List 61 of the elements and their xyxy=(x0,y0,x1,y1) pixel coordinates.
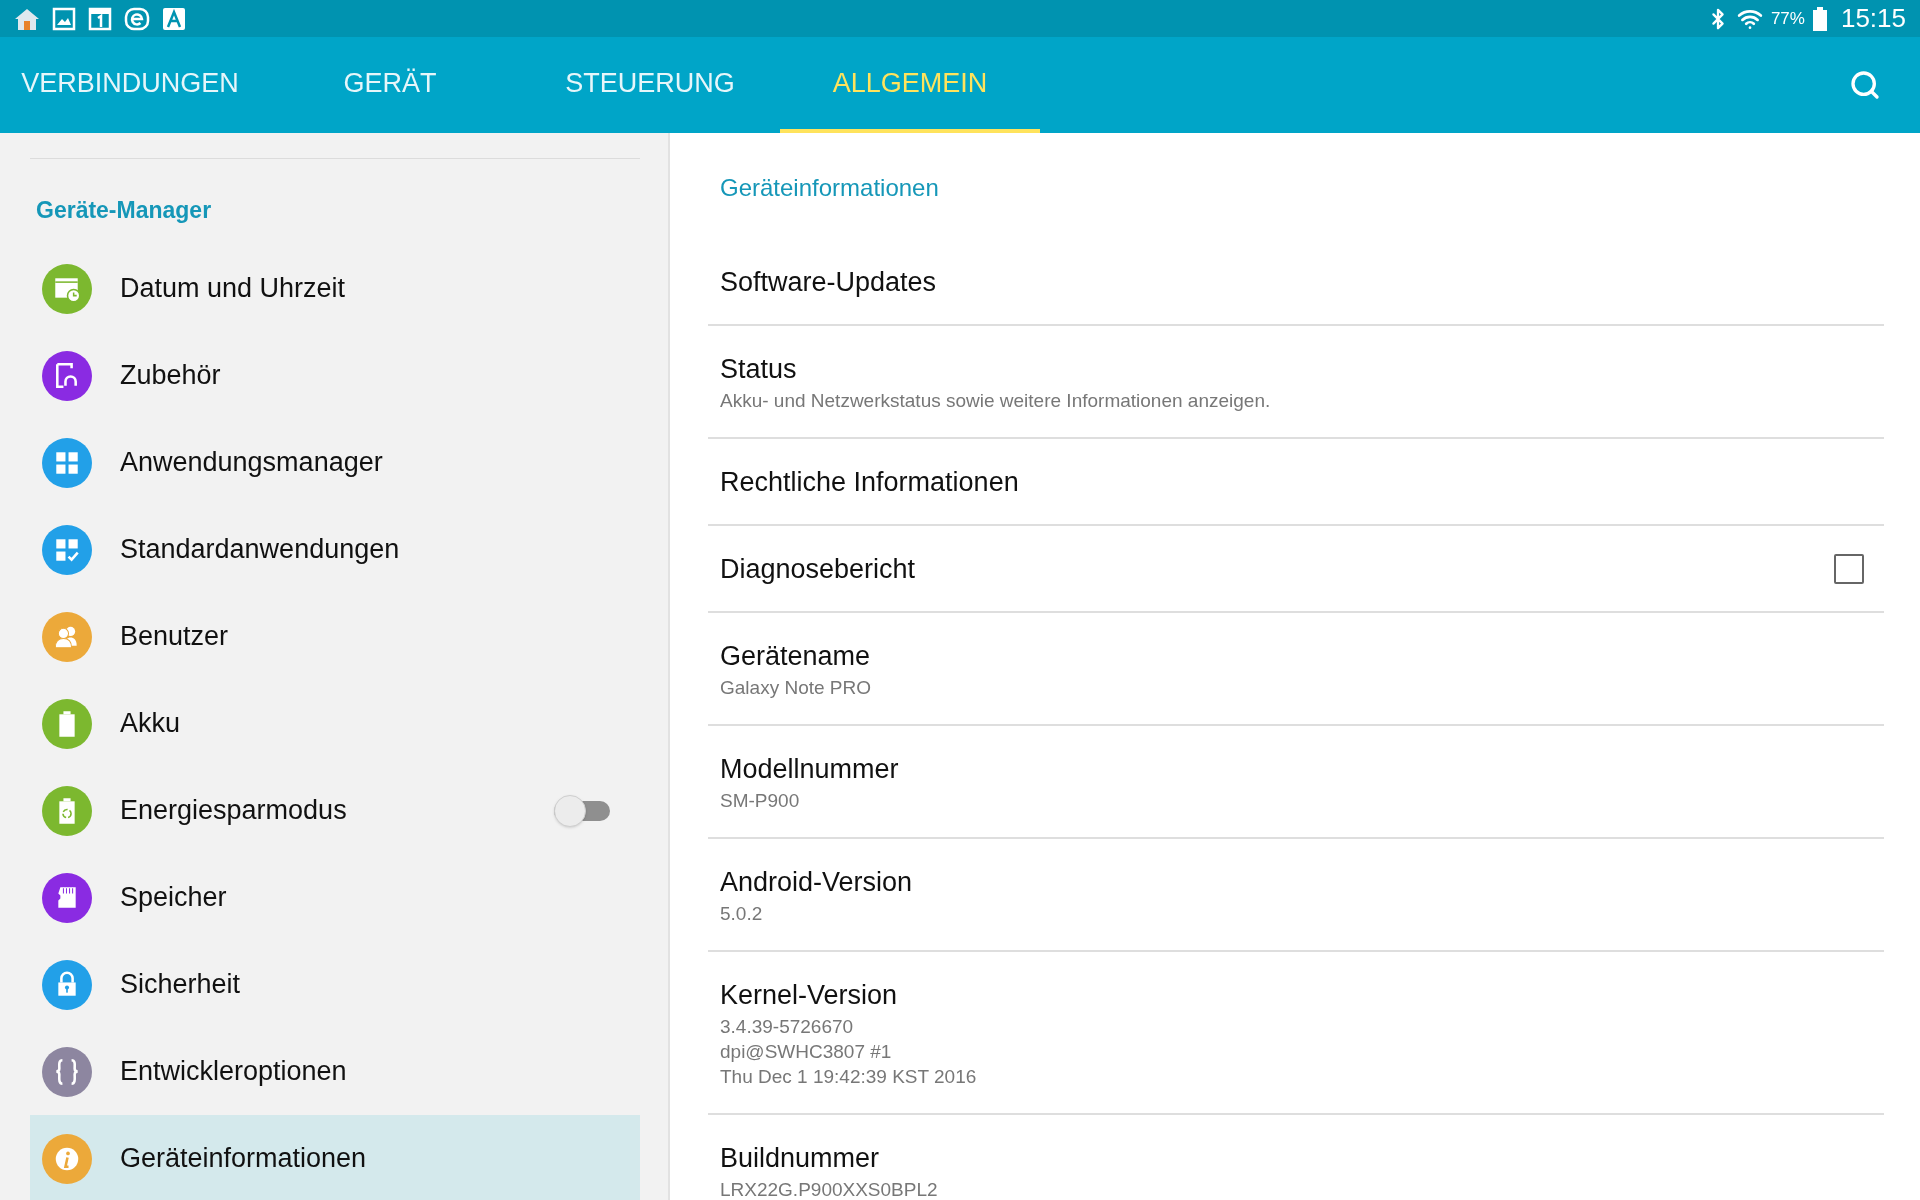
calendar-icon xyxy=(88,6,112,31)
sidebar-item-label: Sicherheit xyxy=(120,968,241,1002)
sidebar-item-label: Datum und Uhrzeit xyxy=(120,272,346,306)
row-title: Rechtliche Informationen xyxy=(720,465,1020,499)
checkbox[interactable] xyxy=(1834,553,1864,584)
search-icon xyxy=(1849,69,1881,101)
settings-row[interactable]: Rechtliche Informationen xyxy=(708,439,1884,526)
sidebar-item-label: Geräteinformationen xyxy=(120,1142,367,1176)
sidebar-item-label: Zubehör xyxy=(120,359,221,393)
settings-row[interactable]: Diagnosebericht xyxy=(708,526,1884,613)
sidebar-item[interactable]: Datum und Uhrzeit xyxy=(30,245,640,332)
sidebar-item[interactable]: Speicher xyxy=(30,854,640,941)
row-title: Buildnummer xyxy=(720,1142,881,1175)
sidebar-item[interactable]: Entwickleroptionen xyxy=(30,1028,640,1115)
sidebar-item-label: Speicher xyxy=(120,881,227,915)
browser-icon xyxy=(124,6,150,31)
sidebar-item[interactable]: Akku xyxy=(30,680,640,767)
row-detail: 5.0.2 xyxy=(720,902,764,926)
sidebar-item[interactable]: Standardanwendungen xyxy=(30,506,640,593)
row-detail: dpi@SWHC3807 #1 xyxy=(720,1040,893,1064)
settings-row[interactable]: Buildnummer LRX22G.P900XXS0BPL2 xyxy=(708,1115,1884,1200)
sidebar-item[interactable]: Benutzer xyxy=(30,593,640,680)
row-title: Software-Updates xyxy=(720,265,938,299)
clock: 15:15 xyxy=(1840,2,1906,35)
sidebar-item[interactable]: Geräteinformationen xyxy=(30,1115,640,1200)
sidebar-item-label: Standardanwendungen xyxy=(120,533,400,567)
font-icon xyxy=(162,6,186,31)
row-title: Modellnummer xyxy=(720,753,900,786)
row-detail: 3.4.39-5726670 xyxy=(720,1015,855,1039)
settings-row[interactable]: Status Akku- und Netzwerkstatus sowie weitere Informationen anzeigen. xyxy=(708,326,1884,439)
row-title: Status xyxy=(720,353,798,386)
picture-icon xyxy=(52,6,76,31)
sidebar-item[interactable]: Sicherheit xyxy=(30,941,640,1028)
sidebar-header: Geräte-Manager xyxy=(35,196,213,225)
sidebar-item-label: Anwendungsmanager xyxy=(120,446,383,480)
toggle-switch[interactable] xyxy=(554,794,610,827)
sidebar-item-label: Entwickleroptionen xyxy=(120,1055,347,1089)
settings-row[interactable]: Software-Updates xyxy=(708,239,1884,326)
row-detail: SM-P900 xyxy=(720,789,801,813)
battery-percentage: 77% xyxy=(1770,7,1805,30)
sidebar-item[interactable]: Zubehör xyxy=(30,332,640,419)
sidebar-item[interactable]: Energiesparmodus xyxy=(30,767,640,854)
settings-row[interactable]: Modellnummer SM-P900 xyxy=(708,726,1884,839)
row-title: Android-Version xyxy=(720,866,914,899)
row-title: Gerätename xyxy=(720,640,872,673)
settings-row[interactable]: Kernel-Version 3.4.39-5726670 dpi@SWHC3807 #1 Thu Dec 1 19:42:39 KST 2016 xyxy=(708,952,1884,1115)
row-title: Diagnosebericht xyxy=(720,552,917,586)
row-detail: Akku- und Netzwerkstatus sowie weitere Informationen anzeigen. xyxy=(720,389,1272,413)
sidebar-item[interactable]: Anwendungsmanager xyxy=(30,419,640,506)
battery-icon xyxy=(1812,6,1827,31)
home-icon xyxy=(14,6,40,31)
row-detail: Thu Dec 1 19:42:39 KST 2016 xyxy=(720,1065,978,1089)
row-title: Kernel-Version xyxy=(720,979,899,1012)
sidebar-item-label: Akku xyxy=(120,707,181,741)
settings-row[interactable]: Android-Version 5.0.2 xyxy=(708,839,1884,952)
section-heading: Geräteinformationen xyxy=(719,173,940,203)
sidebar-item-label: Benutzer xyxy=(120,620,229,654)
row-detail: Galaxy Note PRO xyxy=(720,676,872,700)
row-detail: LRX22G.P900XXS0BPL2 xyxy=(720,1178,939,1200)
settings-row[interactable]: Gerätename Galaxy Note PRO xyxy=(708,613,1884,726)
sidebar-item-label: Energiesparmodus xyxy=(120,794,347,828)
